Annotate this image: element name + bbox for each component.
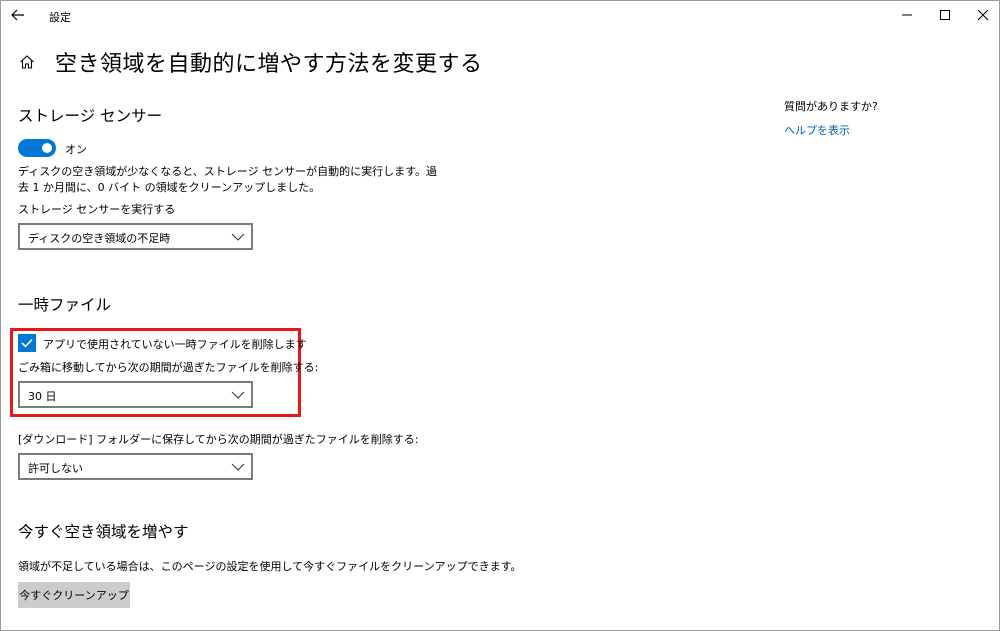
storage-sense-description-line2: 去 1 か月間に、0 バイト の領域をクリーンアップしました。 — [18, 181, 321, 194]
delete-temp-files-checkbox[interactable] — [18, 334, 36, 352]
downloads-label: [ダウンロード] フォルダーに保存してから次の期間が過ぎたファイルを削除する: — [18, 433, 419, 446]
help-link[interactable]: ヘルプを表示 — [784, 122, 850, 138]
app-title: 設定 — [49, 11, 71, 24]
dropdown-value: 30 日 — [28, 390, 57, 403]
temp-files-heading: 一時ファイル — [18, 296, 112, 314]
maximize-icon — [940, 10, 950, 20]
dropdown-value: 許可しない — [28, 462, 83, 475]
run-storage-sense-dropdown[interactable]: ディスクの空き領域の不足時 — [18, 223, 253, 250]
home-icon[interactable] — [17, 52, 37, 72]
page-title: 空き領域を自動的に増やす方法を変更する — [55, 52, 483, 77]
free-now-heading: 今すぐ空き領域を増やす — [18, 523, 189, 541]
back-button[interactable] — [5, 3, 31, 27]
clean-now-button[interactable]: 今すぐクリーンアップ — [18, 582, 130, 608]
chevron-down-icon — [231, 391, 245, 399]
title-bar: 設定 — [1, 1, 999, 31]
toggle-knob — [42, 143, 52, 153]
downloads-dropdown[interactable]: 許可しない — [18, 453, 253, 480]
recycle-bin-label: ごみ箱に移動してから次の期間が過ぎたファイルを削除する: — [18, 361, 319, 374]
checkmark-icon — [21, 338, 33, 348]
toggle-label: オン — [65, 143, 87, 156]
help-question: 質問がありますか? — [784, 100, 878, 113]
settings-window: 設定 空き領域を自動的に増やす方法を変更する 質問がありますか? ヘルプを表示 — [0, 0, 1000, 631]
storage-sense-description-line1: ディスクの空き領域が少なくなると、ストレージ センサーが自動的に実行します。過 — [18, 165, 437, 178]
storage-sense-heading: ストレージ センサー — [18, 107, 163, 125]
run-storage-sense-label: ストレージ センサーを実行する — [18, 203, 176, 216]
storage-sense-toggle[interactable] — [18, 139, 56, 157]
chevron-down-icon — [231, 463, 245, 471]
minimize-icon — [902, 14, 912, 16]
close-icon — [977, 9, 989, 21]
dropdown-value: ディスクの空き領域の不足時 — [28, 232, 171, 245]
recycle-bin-dropdown[interactable]: 30 日 — [18, 381, 253, 408]
page-header: 空き領域を自動的に増やす方法を変更する — [17, 47, 483, 77]
chevron-down-icon — [231, 233, 245, 241]
delete-temp-files-label: アプリで使用されていない一時ファイルを削除します — [43, 338, 307, 351]
back-arrow-icon — [11, 9, 24, 21]
close-button[interactable] — [961, 1, 1000, 29]
free-now-description: 領域が不足している場合は、このページの設定を使用して今すぐファイルをクリーンアッ… — [18, 560, 522, 573]
